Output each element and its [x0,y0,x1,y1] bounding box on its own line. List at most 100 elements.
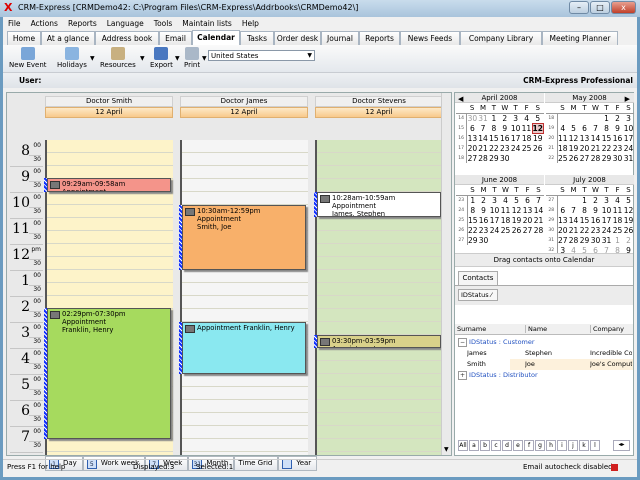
day-cell[interactable]: 26 [568,153,579,163]
day-cell[interactable]: 30 [590,235,601,245]
day-cell[interactable]: 5 [623,195,634,205]
appointment[interactable]: 03:30pm-03:59pm Appointment [317,335,441,348]
day-cell[interactable]: 7 [568,205,579,215]
day-cell[interactable]: 28 [478,153,489,163]
alphabet-filter-d[interactable]: d [502,440,512,451]
day-cell[interactable]: 13 [522,205,533,215]
day-cell[interactable]: 27 [522,225,533,235]
day-cell[interactable]: 16 [612,133,623,143]
day-cell[interactable]: 25 [557,153,568,163]
group-row[interactable]: + IDStatus : Distributor [455,370,633,381]
menu-maintain-lists[interactable]: Maintain lists [177,17,237,30]
day-cell[interactable]: 15 [467,215,478,225]
day-cell[interactable]: 5 [532,113,543,123]
scroll-down-icon[interactable]: ▼ [444,446,449,453]
contact-row[interactable]: Smith Joe Joe's Compute [455,359,633,370]
day-cell[interactable]: 21 [568,225,579,235]
day-cell[interactable]: 23 [478,225,489,235]
day-cell[interactable]: 1 [612,235,623,245]
day-cell[interactable]: 25 [612,225,623,235]
appointment[interactable]: 02:29pm-07:30pm Appointment Franklin, Hen… [47,308,171,439]
tab-email[interactable]: Email [159,31,192,45]
resource-name[interactable]: Doctor Stevens [315,96,443,107]
day-cell[interactable]: 20 [467,143,478,153]
day-cell[interactable]: 29 [488,153,499,163]
time-grid[interactable]: 10:30am-12:59pm Appointment Smith, Joe App… [179,140,308,455]
day-cell[interactable]: 7 [478,123,489,133]
day-cell[interactable]: 6 [522,195,533,205]
expand-toggle-icon[interactable]: + [458,371,468,380]
day-cell[interactable]: 14 [533,205,544,215]
col-name[interactable]: Name [525,325,547,333]
day-cell[interactable]: 30 [467,113,478,123]
group-row[interactable]: − IDStatus : Customer [455,337,633,348]
day-cell[interactable]: 20 [522,215,533,225]
day-cell[interactable]: 13 [579,133,590,143]
day-cell[interactable]: 19 [568,143,579,153]
day-cell[interactable]: 21 [533,215,544,225]
appointment[interactable]: 10:30am-12:59pm Appointment Smith, Joe [182,205,306,270]
tab-contacts[interactable]: Contacts [458,271,498,285]
day-cell[interactable]: 20 [557,225,568,235]
day-cell[interactable]: 26 [532,143,543,153]
appointment[interactable]: Appointment Franklin, Henry [182,322,306,374]
day-cell[interactable]: 12 [568,133,579,143]
tab-address-book[interactable]: Address book [95,31,159,45]
contact-row[interactable]: James Stephen Incredible Cor [455,348,633,359]
day-cell[interactable]: 9 [478,205,489,215]
day-cell[interactable]: 27 [557,235,568,245]
resource-name[interactable]: Doctor James [180,96,308,107]
time-grid[interactable]: 10:28am-10:59am Appointment James, Stephe… [314,140,443,455]
day-cell[interactable]: 24 [623,143,634,153]
day-cell[interactable]: 15 [601,133,612,143]
day-cell[interactable]: 1 [488,113,499,123]
alphabet-filter-j[interactable]: j [568,440,578,451]
day-cell[interactable]: 18 [557,143,568,153]
day-cell[interactable]: 15 [579,215,590,225]
day-cell[interactable]: 8 [579,205,590,215]
day-cell[interactable]: 22 [601,143,612,153]
day-cell[interactable]: 16 [499,133,510,143]
resource-date[interactable]: 12 April [180,107,308,118]
day-cell[interactable]: 30 [478,235,489,245]
export-dropdown-icon[interactable]: ▼ [175,55,180,62]
print-button[interactable]: Print [184,47,200,69]
alphabet-filter-h[interactable]: h [546,440,556,451]
day-cell[interactable]: 28 [533,225,544,235]
appointment[interactable]: 09:29am-09:58am AppointmentJames, Stephe… [47,178,171,192]
day-cell[interactable]: 29 [601,153,612,163]
tab-order-desk[interactable]: Order desk [274,31,321,45]
day-cell[interactable]: 4 [612,195,623,205]
day-cell[interactable]: 22 [579,225,590,235]
day-cell[interactable]: 13 [557,215,568,225]
tab-tasks[interactable]: Tasks [240,31,274,45]
day-cell[interactable]: 29 [467,235,478,245]
resource-name[interactable]: Doctor Smith [45,96,173,107]
day-cell[interactable]: 17 [489,215,500,225]
day-cell[interactable]: 10 [623,123,634,133]
day-cell[interactable]: 1 [579,195,590,205]
day-cell[interactable]: 25 [500,225,511,235]
day-cell[interactable]: 3 [489,195,500,205]
day-cell[interactable]: 6 [467,123,478,133]
menu-file[interactable]: File [3,17,26,30]
new-event-button[interactable]: New Event [9,47,47,69]
day-cell[interactable]: 3 [601,195,612,205]
day-cell[interactable]: 24 [510,143,521,153]
alphabet-filter-e[interactable]: e [513,440,523,451]
day-cell[interactable]: 10 [601,205,612,215]
day-cell[interactable]: 18 [521,133,532,143]
day-cell[interactable]: 23 [499,143,510,153]
day-cell[interactable]: 2 [590,195,601,205]
day-cell[interactable]: 23 [590,225,601,235]
day-cell[interactable]: 21 [590,143,601,153]
resource-date[interactable]: 12 April [45,107,173,118]
day-cell[interactable]: 7 [533,195,544,205]
day-cell[interactable]: 2 [478,195,489,205]
alphabet-scroll-icon[interactable]: ◂▸ [613,440,630,451]
menu-tools[interactable]: Tools [149,17,177,30]
day-cell[interactable]: 12 [511,205,522,215]
day-cell[interactable]: 9 [612,123,623,133]
day-cell[interactable]: 14 [478,133,489,143]
day-cell[interactable]: 18 [612,215,623,225]
